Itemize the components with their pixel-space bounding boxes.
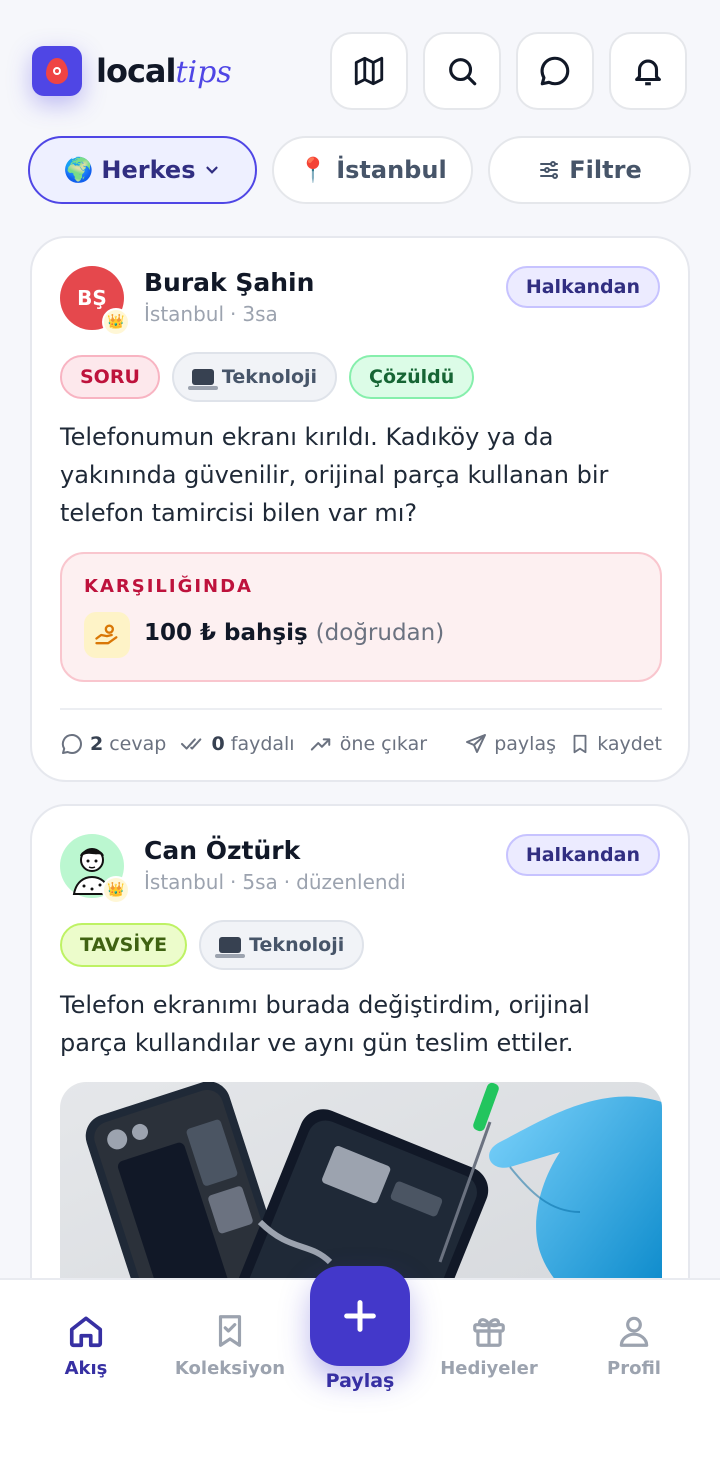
tag-category-label: Teknoloji xyxy=(249,934,345,956)
nav-gifts-label: Hediyeler xyxy=(440,1358,538,1379)
map-button[interactable] xyxy=(330,32,408,110)
card-divider xyxy=(60,708,662,710)
reward-amount: 100 ₺ bahşiş (doğrudan) xyxy=(144,620,444,646)
post-text: Telefon ekranımı burada değiştirdim, ori… xyxy=(60,991,590,1057)
useful-count: 0 xyxy=(211,733,225,755)
send-icon xyxy=(466,734,487,753)
tip-hand-icon xyxy=(84,612,130,658)
search-button[interactable] xyxy=(423,32,501,110)
chevron-down-icon xyxy=(206,166,219,174)
crown-icon: 👑 xyxy=(102,876,130,904)
nav-collection-label: Koleksiyon xyxy=(174,1358,286,1379)
post-card[interactable]: BŞ 👑 Burak Şahin İstanbul · 3sa Halkandan … xyxy=(30,236,690,782)
tag-question[interactable]: SORU xyxy=(60,355,160,399)
filter-button[interactable]: Filtre xyxy=(488,136,691,204)
tag-category-label: Teknoloji xyxy=(221,366,318,388)
post-time: 5sa xyxy=(242,870,278,894)
create-post-button[interactable] xyxy=(310,1266,410,1366)
audience-filter[interactable]: 🌍 Herkes xyxy=(28,136,257,204)
gift-icon xyxy=(473,1318,505,1347)
audience-label: Herkes xyxy=(101,156,196,184)
tag-recommendation[interactable]: TAVSİYE xyxy=(60,923,188,967)
tag-list: TAVSİYE Teknoloji xyxy=(60,920,365,970)
scope-badge: Halkandan xyxy=(505,834,660,876)
reward-note: (doğrudan) xyxy=(315,620,445,646)
nav-profile-label: Profil xyxy=(607,1358,661,1379)
search-icon xyxy=(449,58,477,86)
tag-category[interactable]: Teknoloji xyxy=(171,352,338,402)
tag-list: SORU Teknoloji Çözüldü xyxy=(60,352,475,402)
globe-icon: 🌍 xyxy=(63,156,94,184)
tag-category[interactable]: Teknoloji xyxy=(199,920,365,970)
post-meta: İstanbul · 5sa · düzenlendi xyxy=(144,870,406,894)
answers-label: cevap xyxy=(109,733,167,755)
reward-value: 100 ₺ bahşiş xyxy=(144,620,308,646)
nav-profile[interactable]: Profil xyxy=(564,1312,704,1379)
messages-button[interactable] xyxy=(516,32,594,110)
save-button[interactable]: kaydet xyxy=(569,732,662,756)
avatar[interactable]: BŞ 👑 xyxy=(60,266,130,336)
reward-title: KARŞILIĞINDA xyxy=(84,576,253,597)
author-city: İstanbul xyxy=(144,302,225,326)
location-filter[interactable]: 📍 İstanbul xyxy=(272,136,473,204)
notifications-button[interactable] xyxy=(609,32,687,110)
answers-count: 2 xyxy=(90,733,104,755)
reward-box: KARŞILIĞINDA 100 ₺ bahşiş (doğrudan) xyxy=(60,552,662,682)
plus-icon xyxy=(344,1300,376,1332)
author-name[interactable]: Can Öztürk xyxy=(144,836,300,865)
trending-up-icon xyxy=(310,738,331,751)
bookmark-icon xyxy=(573,734,587,754)
logo-text-local: local xyxy=(96,52,176,90)
crown-icon: 👑 xyxy=(102,308,130,336)
post-meta: İstanbul · 3sa xyxy=(144,302,278,326)
author-city: İstanbul xyxy=(144,870,225,894)
sliders-icon xyxy=(540,161,559,179)
pin-icon: 📍 xyxy=(298,156,329,184)
bell-icon xyxy=(635,59,661,86)
promote-button[interactable]: öne çıkar xyxy=(308,733,427,755)
app-logo[interactable]: localtips xyxy=(96,50,232,94)
nav-gifts[interactable]: Hediyeler xyxy=(419,1312,559,1379)
home-icon xyxy=(69,1316,103,1348)
promote-label: öne çıkar xyxy=(339,733,428,755)
post-text: Telefonumun ekranı kırıldı. Kadıköy ya d… xyxy=(60,423,609,527)
edited-label: düzenlendi xyxy=(296,870,406,894)
location-label: İstanbul xyxy=(336,156,447,184)
post-actions: 2 cevap 0 faydalı öne çıkar paylaş kayde… xyxy=(60,724,662,764)
share-label: paylaş xyxy=(494,733,556,755)
logo-text-tips: tips xyxy=(175,55,232,90)
chat-icon xyxy=(540,56,570,86)
avatar[interactable]: 👑 xyxy=(60,834,130,904)
double-check-icon xyxy=(180,738,201,750)
app-header: localtips xyxy=(0,0,720,130)
nav-share-label: Paylaş xyxy=(325,1370,395,1392)
nav-collection[interactable]: Koleksiyon xyxy=(160,1312,300,1379)
filter-label: Filtre xyxy=(569,156,642,184)
nav-feed-label: Akış xyxy=(64,1358,108,1379)
laptop-icon xyxy=(215,937,246,958)
useful-button[interactable]: 0 faydalı xyxy=(180,733,295,755)
bookmark-check-icon xyxy=(218,1315,242,1347)
scope-badge: Halkandan xyxy=(505,266,660,308)
user-icon xyxy=(619,1316,649,1347)
useful-label: faydalı xyxy=(230,733,295,755)
nav-feed[interactable]: Akış xyxy=(16,1312,156,1379)
post-time: 3sa xyxy=(242,302,278,326)
author-name[interactable]: Burak Şahin xyxy=(144,268,314,297)
map-icon xyxy=(354,56,384,86)
answers-button[interactable]: 2 cevap xyxy=(60,732,166,756)
share-button[interactable]: paylaş xyxy=(464,732,556,756)
laptop-icon xyxy=(187,369,218,390)
comment-icon xyxy=(61,733,82,754)
tag-solved[interactable]: Çözüldü xyxy=(349,355,475,399)
avatar-initials: BŞ xyxy=(77,286,107,310)
logo-icon[interactable] xyxy=(32,46,82,96)
save-label: kaydet xyxy=(597,733,662,755)
